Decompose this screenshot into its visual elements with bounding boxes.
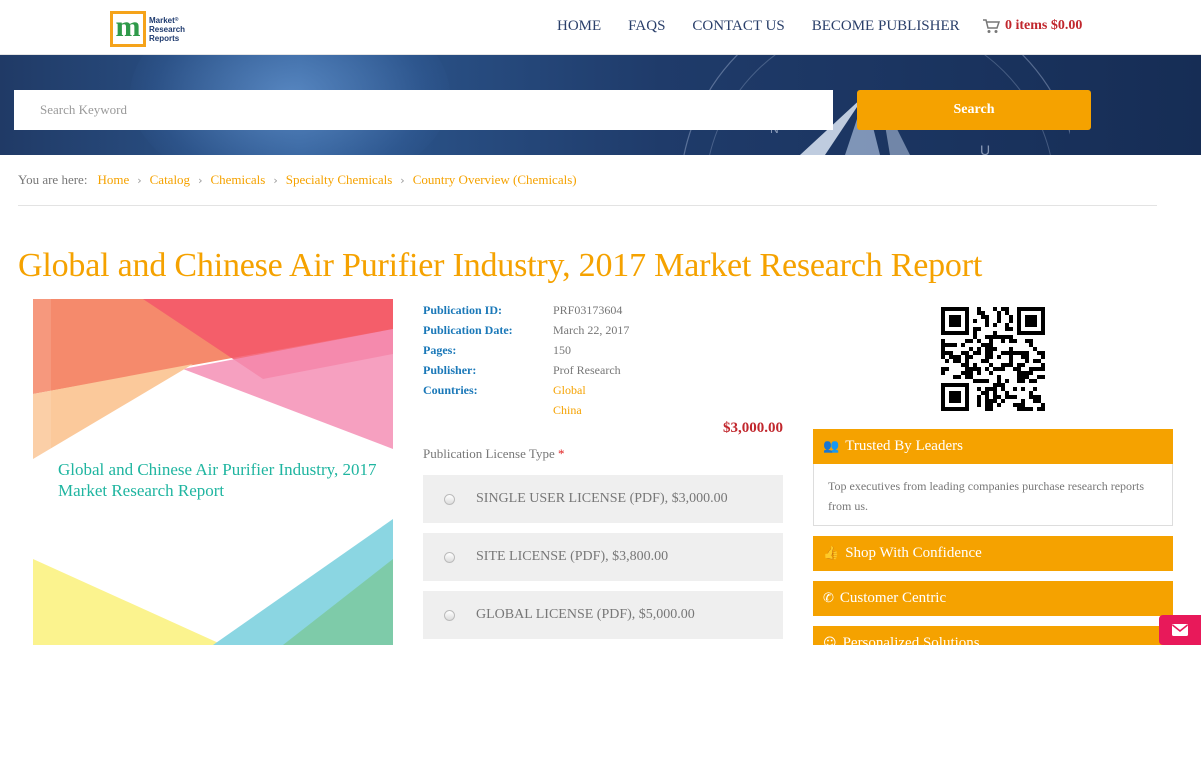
license-option-site[interactable]: SITE LICENSE (PDF), $3,800.00 — [423, 533, 783, 581]
chevron-right-icon: › — [137, 173, 142, 187]
detail-publisher: Publisher: Prof Research — [423, 362, 621, 377]
report-price: $3,000.00 — [723, 420, 783, 436]
detail-publication-id: Publication ID: PRF03173604 — [423, 302, 623, 317]
detail-countries: Countries: Global — [423, 382, 586, 398]
customer-centric-header[interactable]: ✆ Customer Centric — [813, 581, 1173, 616]
cart-icon — [983, 19, 1000, 33]
breadcrumb-catalog[interactable]: Catalog — [150, 172, 190, 188]
page-blank-area — [0, 645, 1201, 764]
nav-home[interactable]: HOME — [557, 18, 601, 35]
top-header: m Market® Research Reports HOME FAQS CON… — [0, 0, 1201, 55]
breadcrumb-chemicals[interactable]: Chemicals — [210, 172, 265, 188]
page-title: Global and Chinese Air Purifier Industry… — [18, 247, 983, 284]
license-option-global[interactable]: GLOBAL LICENSE (PDF), $5,000.00 — [423, 591, 783, 639]
logo-mark: m — [110, 11, 146, 47]
license-option-single-user[interactable]: SINGLE USER LICENSE (PDF), $3,000.00 — [423, 475, 783, 523]
thumbs-up-icon: 👍 — [823, 546, 840, 561]
shop-with-confidence-header[interactable]: 👍 Shop With Confidence — [813, 536, 1173, 571]
radio-button[interactable] — [444, 493, 455, 505]
detail-publication-date: Publication Date: March 22, 2017 — [423, 322, 630, 337]
mail-tab-button[interactable] — [1159, 615, 1201, 645]
report-cover: Global and Chinese Air Purifier Industry… — [33, 299, 393, 645]
cart-summary: 0 items $0.00 — [1005, 18, 1083, 33]
logo-text: Market® Research Reports — [149, 15, 186, 43]
qr-code-icon — [941, 307, 1045, 411]
envelope-icon — [1172, 624, 1188, 636]
divider — [18, 205, 1157, 206]
breadcrumb: You are here: Home › Catalog › Chemicals… — [18, 172, 577, 188]
breadcrumb-prefix: You are here: — [18, 172, 88, 187]
chevron-right-icon: › — [400, 173, 405, 187]
license-type-label: Publication License Type * — [423, 446, 565, 461]
svg-text:U: U — [980, 142, 990, 155]
cart-link[interactable]: 0 items $0.00 — [982, 18, 1082, 34]
nav-faqs[interactable]: FAQS — [628, 18, 665, 35]
users-icon: 👥 — [823, 439, 840, 454]
phone-icon: ✆ — [823, 591, 834, 606]
search-button[interactable]: Search — [857, 90, 1091, 130]
radio-button[interactable] — [444, 609, 455, 621]
search-banner: N U Search — [0, 55, 1201, 155]
detail-pages: Pages: 150 — [423, 342, 571, 357]
country-link-china[interactable]: China — [553, 403, 582, 418]
breadcrumb-country-overview[interactable]: Country Overview (Chemicals) — [413, 172, 577, 188]
country-link-global[interactable]: Global — [553, 383, 586, 398]
main-nav: HOME FAQS CONTACT US BECOME PUBLISHER — [557, 18, 987, 35]
nav-become-publisher[interactable]: BECOME PUBLISHER — [812, 18, 960, 35]
trusted-by-leaders-body: Top executives from leading companies pu… — [813, 464, 1173, 526]
breadcrumb-specialty-chemicals[interactable]: Specialty Chemicals — [286, 172, 393, 188]
report-details: Publication ID: PRF03173604 Publication … — [423, 300, 629, 420]
breadcrumb-home[interactable]: Home — [97, 172, 129, 188]
chevron-right-icon: › — [273, 173, 278, 187]
site-logo[interactable]: m Market® Research Reports — [110, 10, 192, 48]
trusted-by-leaders-header: 👥 Trusted By Leaders — [813, 429, 1173, 464]
search-input[interactable] — [14, 90, 833, 130]
radio-button[interactable] — [444, 551, 455, 563]
nav-contact-us[interactable]: CONTACT US — [692, 18, 784, 35]
cover-title: Global and Chinese Air Purifier Industry… — [58, 460, 377, 500]
chevron-right-icon: › — [198, 173, 203, 187]
